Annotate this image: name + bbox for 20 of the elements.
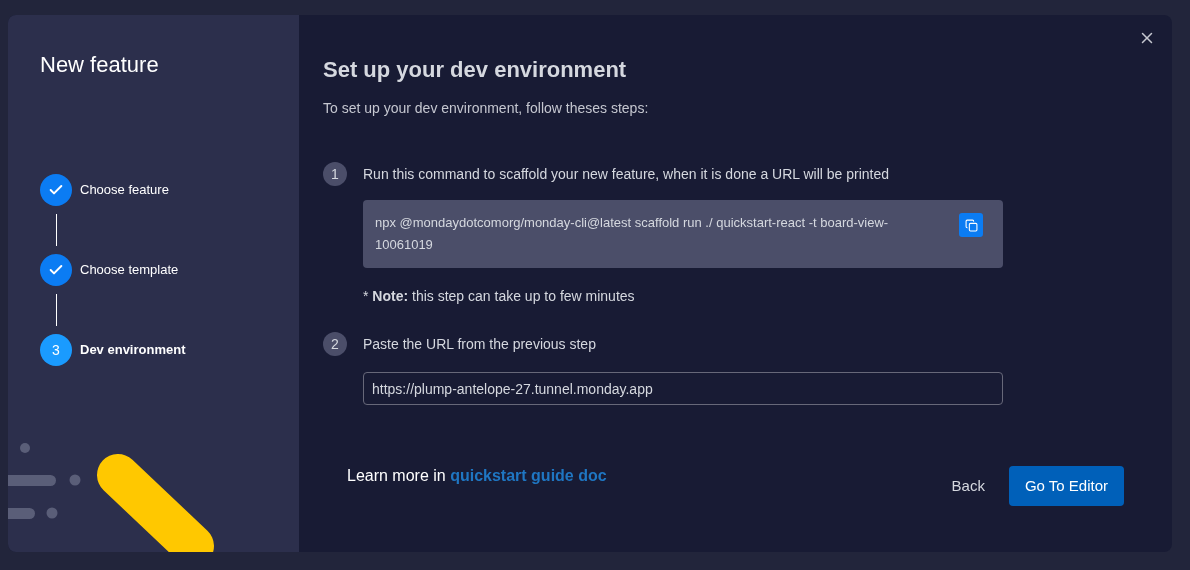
sidebar-title: New feature: [40, 51, 160, 79]
dialog-title: Set up your dev environment: [323, 56, 628, 84]
instruction-text: Paste the URL from the previous step: [363, 335, 597, 354]
step-number: 2: [323, 332, 347, 356]
go-to-editor-button[interactable]: Go To Editor: [1008, 466, 1124, 506]
note-text: *Note: this step can take up to few minutes: [363, 287, 636, 306]
step-label: Choose template: [80, 261, 179, 280]
step-number: 1: [323, 162, 347, 186]
step-label: Choose feature: [80, 181, 169, 200]
step-number: 3: [40, 334, 72, 366]
copy-button[interactable]: [959, 213, 983, 237]
quickstart-guide-link[interactable]: quickstart guide doc: [450, 467, 607, 484]
learn-more-text: Learn more in quickstart guide doc: [347, 466, 607, 486]
instruction-text: Run this command to scaffold your new feature, when it is done a URL will be printed: [363, 165, 891, 184]
copy-icon: [964, 218, 978, 232]
url-input-field[interactable]: https://plump-antelope-27.tunnel.monday.app: [363, 372, 1003, 405]
back-button[interactable]: Back: [935, 466, 1001, 506]
command-text: npx @mondaydotcomorg/monday-cli@latest scaffold run ./ quickstart-react -t board-view-10061019: [375, 214, 890, 254]
dialog-subtitle: To set up your dev environment, follow theses steps:: [323, 99, 650, 118]
step-label: Dev environment: [80, 341, 186, 360]
